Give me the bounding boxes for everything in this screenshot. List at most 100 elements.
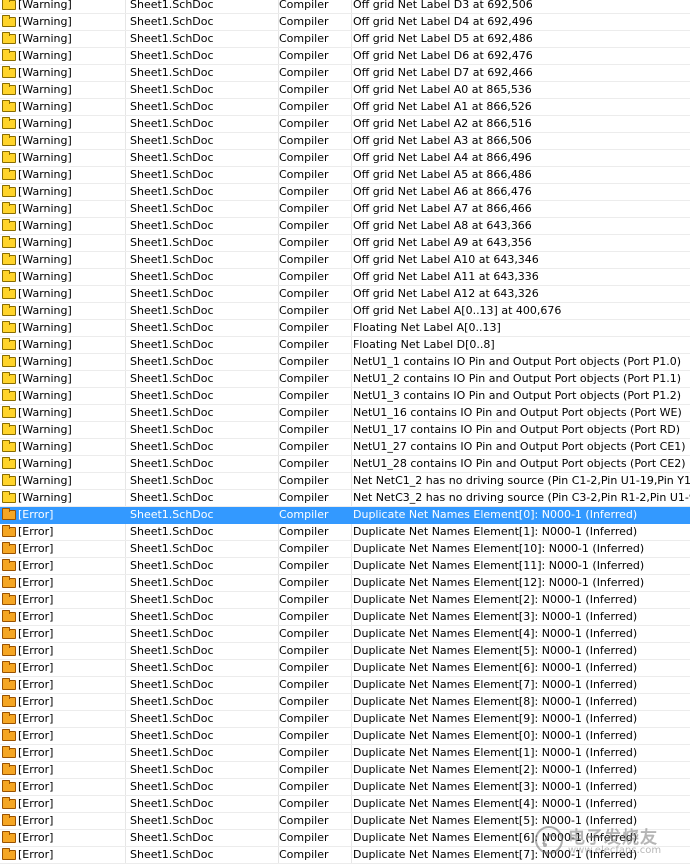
message-row[interactable]: [Warning] Sheet1.SchDoc Compiler Floating N… <box>0 320 690 337</box>
message-row[interactable]: [Warning] Sheet1.SchDoc Compiler NetU1_1 co… <box>0 354 690 371</box>
message-class-cell: [Error] <box>0 541 126 557</box>
message-document-cell: Sheet1.SchDoc <box>127 286 279 302</box>
message-class-cell: [Error] <box>0 762 126 778</box>
folder-error-icon <box>2 610 16 622</box>
message-class-label: [Warning] <box>18 185 72 198</box>
message-document-cell: Sheet1.SchDoc <box>127 609 279 625</box>
message-row[interactable]: [Error] Sheet1.SchDoc Compiler Duplicate Ne… <box>0 762 690 779</box>
message-row[interactable]: [Error] Sheet1.SchDoc Compiler Duplicate Ne… <box>0 507 690 524</box>
folder-error-icon <box>2 746 16 758</box>
message-row[interactable]: [Error] Sheet1.SchDoc Compiler Duplicate Ne… <box>0 592 690 609</box>
message-row[interactable]: [Warning] Sheet1.SchDoc Compiler NetU1_2 co… <box>0 371 690 388</box>
folder-error-icon <box>2 627 16 639</box>
message-class-cell: [Warning] <box>0 150 126 166</box>
message-class-cell: [Warning] <box>0 388 126 404</box>
message-source-cell: Compiler <box>276 677 352 693</box>
message-row[interactable]: [Warning] Sheet1.SchDoc Compiler NetU1_27 c… <box>0 439 690 456</box>
message-row[interactable]: [Error] Sheet1.SchDoc Compiler Duplicate Ne… <box>0 796 690 813</box>
message-row[interactable]: [Error] Sheet1.SchDoc Compiler Duplicate Ne… <box>0 830 690 847</box>
message-row[interactable]: [Error] Sheet1.SchDoc Compiler Duplicate Ne… <box>0 626 690 643</box>
message-class-cell: [Warning] <box>0 473 126 489</box>
message-text-cell: Duplicate Net Names Element[0]: N000-1 (… <box>353 729 638 742</box>
message-class-cell: [Warning] <box>0 456 126 472</box>
message-row[interactable]: [Warning] Sheet1.SchDoc Compiler Floating N… <box>0 337 690 354</box>
message-row[interactable]: [Warning] Sheet1.SchDoc Compiler Off grid N… <box>0 184 690 201</box>
message-row[interactable]: [Error] Sheet1.SchDoc Compiler Duplicate Ne… <box>0 847 690 864</box>
message-row[interactable]: [Error] Sheet1.SchDoc Compiler Duplicate Ne… <box>0 711 690 728</box>
message-text-cell: Off grid Net Label A[0..13] at 400,676 <box>353 304 562 317</box>
message-row[interactable]: [Error] Sheet1.SchDoc Compiler Duplicate Ne… <box>0 524 690 541</box>
message-source-cell: Compiler <box>276 490 352 506</box>
message-text-cell: Off grid Net Label D6 at 692,476 <box>353 49 533 62</box>
folder-warning-icon <box>2 457 16 469</box>
message-source-cell: Compiler <box>276 507 352 523</box>
message-row[interactable]: [Warning] Sheet1.SchDoc Compiler Off grid N… <box>0 218 690 235</box>
message-text-cell: Off grid Net Label A0 at 865,536 <box>353 83 532 96</box>
message-row[interactable]: [Warning] Sheet1.SchDoc Compiler NetU1_3 co… <box>0 388 690 405</box>
message-text-cell: NetU1_16 contains IO Pin and Output Port… <box>353 406 682 419</box>
message-text-cell: Duplicate Net Names Element[6]: N000-1 (… <box>353 661 638 674</box>
message-document-cell: Sheet1.SchDoc <box>127 354 279 370</box>
message-row[interactable]: [Warning] Sheet1.SchDoc Compiler Off grid N… <box>0 65 690 82</box>
message-source-cell: Compiler <box>276 201 352 217</box>
message-class-cell: [Error] <box>0 779 126 795</box>
message-text-cell: Duplicate Net Names Element[8]: N000-1 (… <box>353 695 638 708</box>
message-row[interactable]: [Error] Sheet1.SchDoc Compiler Duplicate Ne… <box>0 694 690 711</box>
message-row[interactable]: [Warning] Sheet1.SchDoc Compiler Off grid N… <box>0 235 690 252</box>
message-text-cell: Off grid Net Label A11 at 643,336 <box>353 270 539 283</box>
folder-error-icon <box>2 661 16 673</box>
message-row[interactable]: [Warning] Sheet1.SchDoc Compiler NetU1_28 c… <box>0 456 690 473</box>
message-row[interactable]: [Error] Sheet1.SchDoc Compiler Duplicate Ne… <box>0 541 690 558</box>
message-row[interactable]: [Warning] Sheet1.SchDoc Compiler Off grid N… <box>0 286 690 303</box>
message-row[interactable]: [Warning] Sheet1.SchDoc Compiler Off grid N… <box>0 252 690 269</box>
message-text-cell: Floating Net Label D[0..8] <box>353 338 495 351</box>
message-class-cell: [Error] <box>0 524 126 540</box>
message-document-cell: Sheet1.SchDoc <box>127 99 279 115</box>
message-source-cell: Compiler <box>276 65 352 81</box>
message-class-label: [Error] <box>18 593 54 606</box>
message-source-cell: Compiler <box>276 456 352 472</box>
message-text-cell: NetU1_28 contains IO Pin and Output Port… <box>353 457 686 470</box>
message-row[interactable]: [Warning] Sheet1.SchDoc Compiler Net NetC3_… <box>0 490 690 507</box>
folder-warning-icon <box>2 0 16 10</box>
message-row[interactable]: [Warning] Sheet1.SchDoc Compiler Off grid N… <box>0 303 690 320</box>
message-row[interactable]: [Warning] Sheet1.SchDoc Compiler Off grid N… <box>0 133 690 150</box>
message-class-label: [Warning] <box>18 270 72 283</box>
message-class-label: [Warning] <box>18 406 72 419</box>
message-class-cell: [Warning] <box>0 82 126 98</box>
message-class-label: [Warning] <box>18 321 72 334</box>
message-row[interactable]: [Error] Sheet1.SchDoc Compiler Duplicate Ne… <box>0 609 690 626</box>
message-row[interactable]: [Warning] Sheet1.SchDoc Compiler Off grid N… <box>0 31 690 48</box>
message-text-cell: Duplicate Net Names Element[4]: N000-1 (… <box>353 627 638 640</box>
message-class-label: [Warning] <box>18 219 72 232</box>
message-row[interactable]: [Warning] Sheet1.SchDoc Compiler Net NetC1_… <box>0 473 690 490</box>
message-row[interactable]: [Error] Sheet1.SchDoc Compiler Duplicate Ne… <box>0 677 690 694</box>
message-row[interactable]: [Warning] Sheet1.SchDoc Compiler NetU1_17 c… <box>0 422 690 439</box>
message-row[interactable]: [Error] Sheet1.SchDoc Compiler Duplicate Ne… <box>0 728 690 745</box>
message-row[interactable]: [Error] Sheet1.SchDoc Compiler Duplicate Ne… <box>0 643 690 660</box>
message-class-cell: [Error] <box>0 830 126 846</box>
message-row[interactable]: [Error] Sheet1.SchDoc Compiler Duplicate Ne… <box>0 575 690 592</box>
message-row[interactable]: [Error] Sheet1.SchDoc Compiler Duplicate Ne… <box>0 745 690 762</box>
message-row[interactable]: [Error] Sheet1.SchDoc Compiler Duplicate Ne… <box>0 660 690 677</box>
message-class-label: [Warning] <box>18 0 72 11</box>
message-row[interactable]: [Error] Sheet1.SchDoc Compiler Duplicate Ne… <box>0 813 690 830</box>
message-row[interactable]: [Warning] Sheet1.SchDoc Compiler Off grid N… <box>0 269 690 286</box>
message-row[interactable]: [Warning] Sheet1.SchDoc Compiler Off grid N… <box>0 150 690 167</box>
message-row[interactable]: [Warning] Sheet1.SchDoc Compiler Off grid N… <box>0 99 690 116</box>
message-document-cell: Sheet1.SchDoc <box>127 320 279 336</box>
message-row[interactable]: [Warning] Sheet1.SchDoc Compiler NetU1_16 c… <box>0 405 690 422</box>
message-row[interactable]: [Error] Sheet1.SchDoc Compiler Duplicate Ne… <box>0 558 690 575</box>
message-row[interactable]: [Warning] Sheet1.SchDoc Compiler Off grid N… <box>0 167 690 184</box>
message-row[interactable]: [Warning] Sheet1.SchDoc Compiler Off grid N… <box>0 201 690 218</box>
message-row[interactable]: [Warning] Sheet1.SchDoc Compiler Off grid N… <box>0 14 690 31</box>
message-source-cell: Compiler <box>276 14 352 30</box>
message-row[interactable]: [Warning] Sheet1.SchDoc Compiler Off grid N… <box>0 0 690 14</box>
message-row[interactable]: [Error] Sheet1.SchDoc Compiler Duplicate Ne… <box>0 779 690 796</box>
message-class-cell: [Warning] <box>0 201 126 217</box>
message-row[interactable]: [Warning] Sheet1.SchDoc Compiler Off grid N… <box>0 48 690 65</box>
message-class-cell: [Error] <box>0 592 126 608</box>
message-row[interactable]: [Warning] Sheet1.SchDoc Compiler Off grid N… <box>0 116 690 133</box>
message-row[interactable]: [Warning] Sheet1.SchDoc Compiler Off grid N… <box>0 82 690 99</box>
message-document-cell: Sheet1.SchDoc <box>127 252 279 268</box>
